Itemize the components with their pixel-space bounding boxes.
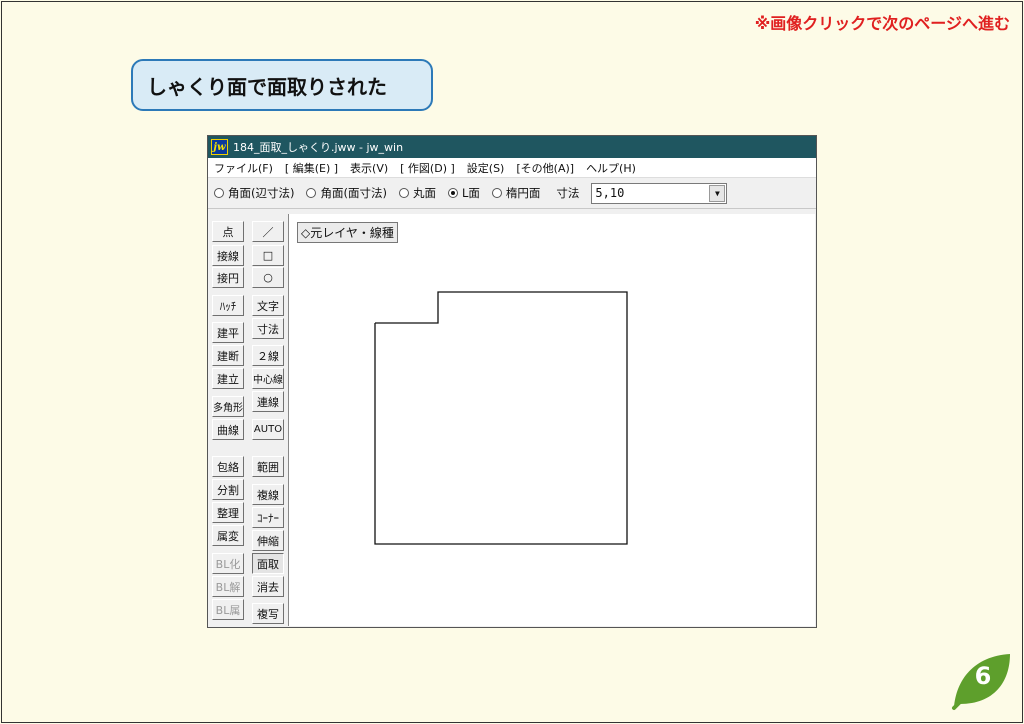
- tool-block-create: BL化: [212, 553, 244, 574]
- dimension-select[interactable]: 5,10 ▼: [591, 182, 728, 204]
- page-number: 6: [974, 662, 992, 690]
- menu-view[interactable]: 表示(V): [350, 160, 388, 176]
- menu-file[interactable]: ファイル(F): [214, 160, 273, 176]
- tool-line[interactable]: ／: [252, 221, 284, 242]
- menu-bar: ファイル(F) [ 編集(E) ] 表示(V) [ 作図(D) ] 設定(S) …: [208, 158, 816, 178]
- option-label: 角面(辺寸法): [228, 186, 295, 200]
- option-label: 角面(面寸法): [320, 186, 387, 200]
- tool-double-line[interactable]: ２線: [252, 345, 284, 366]
- tool-block-attribute: BL属: [212, 599, 244, 620]
- tool-divide[interactable]: 分割: [212, 479, 244, 500]
- tool-attribute-change[interactable]: 属変: [212, 525, 244, 546]
- caption-callout: しゃくり面で面取りされた: [131, 59, 433, 111]
- tool-text[interactable]: 文字: [252, 295, 284, 316]
- tool-erase[interactable]: 消去: [252, 576, 284, 597]
- tool-stretch[interactable]: 伸縮: [252, 530, 284, 551]
- menu-settings[interactable]: 設定(S): [467, 160, 505, 176]
- tool-continuous-line[interactable]: 連線: [252, 391, 284, 412]
- jw-app-icon: jw: [211, 139, 228, 155]
- tool-curve[interactable]: 曲線: [212, 419, 244, 440]
- menu-edit[interactable]: [ 編集(E) ]: [285, 160, 338, 176]
- tool-parallel-line[interactable]: 複線: [252, 484, 284, 505]
- option-kakumen-hen[interactable]: 角面(辺寸法): [214, 185, 294, 201]
- tool-hatch[interactable]: ﾊｯﾁ: [212, 295, 244, 316]
- tool-chamfer[interactable]: 面取: [252, 553, 284, 574]
- left-toolbar: 点 接線 接円 ﾊｯﾁ 建平 建断 建立 多角形 曲線 包絡 分割 整理 属変 …: [210, 213, 248, 627]
- option-label: L面: [461, 186, 480, 200]
- option-kakumen-men[interactable]: 角面(面寸法): [306, 185, 387, 201]
- option-marumen[interactable]: 丸面: [398, 185, 436, 201]
- window-title: 184_面取_しゃくり.jww - jw_win: [233, 141, 404, 154]
- work-area: 点 接線 接円 ﾊｯﾁ 建平 建断 建立 多角形 曲線 包絡 分割 整理 属変 …: [208, 213, 816, 627]
- radio-icon[interactable]: [398, 188, 409, 198]
- drawing-svg: [374, 291, 628, 545]
- tool-point[interactable]: 点: [212, 221, 244, 242]
- menu-help[interactable]: ヘルプ(H): [586, 160, 636, 176]
- tool-auto[interactable]: AUTO: [252, 419, 284, 440]
- tool-tangent[interactable]: 接線: [212, 245, 244, 266]
- tool-arrange[interactable]: 整理: [212, 502, 244, 523]
- option-lmen[interactable]: L面: [447, 185, 480, 201]
- title-bar: jw 184_面取_しゃくり.jww - jw_win: [208, 136, 816, 158]
- option-label: 楕円面: [505, 186, 541, 200]
- radio-icon[interactable]: [491, 188, 502, 198]
- radio-icon[interactable]: [214, 188, 224, 198]
- tool-range[interactable]: 範囲: [252, 456, 284, 477]
- dimension-label: 寸法: [556, 186, 580, 200]
- right-toolbar: ／ □ ○ 文字 寸法 ２線 中心線 連線 AUTO 範囲 複線 ｺｰﾅｰ 伸縮…: [250, 213, 288, 627]
- menu-draw[interactable]: [ 作図(D) ]: [400, 160, 455, 176]
- dropdown-arrow-icon[interactable]: ▼: [709, 184, 726, 202]
- tool-polygon[interactable]: 多角形: [212, 396, 244, 417]
- chamfered-square-outline: [374, 291, 628, 545]
- drawing-canvas[interactable]: ◇元レイヤ・線種: [288, 214, 815, 626]
- tool-center-line[interactable]: 中心線: [252, 368, 284, 389]
- tool-elevation[interactable]: 建立: [212, 368, 244, 389]
- tool-dimension[interactable]: 寸法: [252, 318, 284, 339]
- option-label: 丸面: [412, 186, 436, 200]
- menu-other[interactable]: [その他(A)]: [516, 160, 574, 176]
- tool-copy[interactable]: 複写: [252, 603, 284, 624]
- tool-corner[interactable]: ｺｰﾅｰ: [252, 507, 284, 528]
- jw-win-window[interactable]: jw 184_面取_しゃくり.jww - jw_win ファイル(F) [ 編集…: [207, 135, 817, 628]
- dimension-value: 5,10: [595, 186, 625, 200]
- tool-envelope[interactable]: 包絡: [212, 456, 244, 477]
- tool-rectangle[interactable]: □: [252, 245, 284, 266]
- radio-selected-icon[interactable]: [447, 188, 458, 198]
- radio-icon[interactable]: [306, 188, 317, 198]
- tool-circle[interactable]: ○: [252, 267, 284, 288]
- chamfer-options-bar: 角面(辺寸法) 角面(面寸法) 丸面 L面 楕円面 寸法 5,10 ▼: [208, 178, 816, 209]
- option-daenmen[interactable]: 楕円面: [491, 185, 541, 201]
- tool-plan[interactable]: 建平: [212, 322, 244, 343]
- tool-tangent-circle[interactable]: 接円: [212, 267, 244, 288]
- tool-block-release: BL解: [212, 576, 244, 597]
- tool-section[interactable]: 建断: [212, 345, 244, 366]
- next-page-hint[interactable]: ※画像クリックで次のページへ進む: [755, 10, 1010, 34]
